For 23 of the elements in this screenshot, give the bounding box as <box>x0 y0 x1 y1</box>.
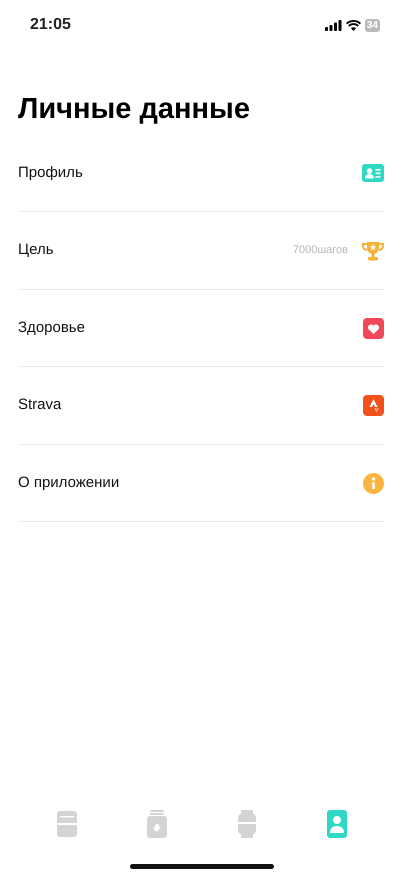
page-title: Личные данные <box>18 92 251 127</box>
battery-level: 34 <box>364 18 380 32</box>
row-value: 7000шагов <box>292 243 348 258</box>
settings-row[interactable]: Здоровье <box>18 290 384 368</box>
settings-row[interactable]: Профиль <box>18 134 384 212</box>
watch-tab[interactable] <box>235 810 259 838</box>
id-card-icon <box>362 164 384 182</box>
settings-row[interactable]: Strava <box>18 367 384 445</box>
row-label: Цель <box>18 240 54 260</box>
profile-tab[interactable] <box>325 810 349 838</box>
settings-row[interactable]: О приложении <box>18 444 384 522</box>
row-label: Strava <box>18 395 62 416</box>
row-label: О приложении <box>18 472 120 493</box>
cards-tab[interactable] <box>55 810 79 838</box>
status-time: 21:05 <box>30 15 71 35</box>
trophy-icon <box>362 240 384 261</box>
row-label: Здоровье <box>18 318 85 338</box>
row-label: Профиль <box>18 162 83 183</box>
wifi-icon <box>346 20 361 30</box>
jar-tab[interactable] <box>145 810 169 838</box>
info-icon <box>363 472 384 494</box>
signal-icon <box>324 20 342 30</box>
settings-row[interactable]: Цель 7000шагов <box>18 212 384 290</box>
